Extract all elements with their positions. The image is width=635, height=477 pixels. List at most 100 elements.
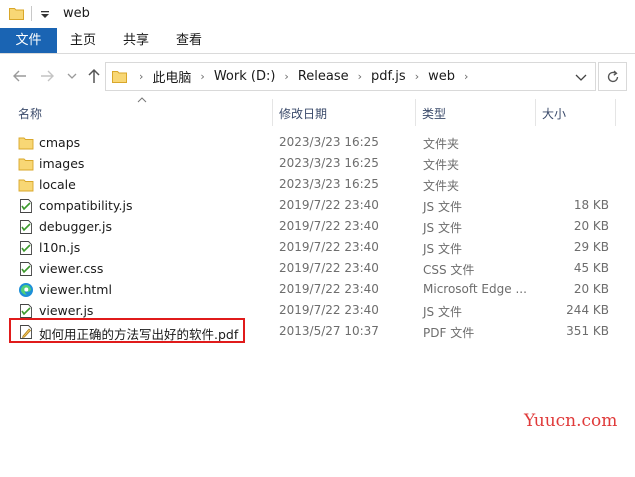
watermark: Yuucn.com [524, 411, 618, 431]
file-type: JS 文件 [423, 242, 462, 256]
file-date: 2023/3/23 16:25 [279, 156, 379, 170]
pdf-file-icon [20, 325, 32, 339]
file-date: 2019/7/22 23:40 [279, 219, 379, 233]
file-date: 2019/7/22 23:40 [279, 261, 379, 275]
breadcrumb-separator[interactable]: › [193, 70, 211, 83]
script-file-icon [20, 262, 32, 276]
sort-ascending-icon [137, 97, 147, 103]
breadcrumb-separator[interactable]: › [408, 70, 426, 83]
file-row-debugger-js[interactable]: debugger.js 2019/7/22 23:40 JS 文件 20 KB [0, 216, 635, 237]
file-row-l10n-js[interactable]: l10n.js 2019/7/22 23:40 JS 文件 29 KB [0, 237, 635, 258]
breadcrumb-this-pc[interactable]: 此电脑 [150, 67, 193, 86]
tab-home[interactable]: 主页 [60, 28, 106, 53]
quick-access-dropdown-icon[interactable] [40, 8, 50, 20]
file-date: 2019/7/22 23:40 [279, 240, 379, 254]
file-row-compatibility-js[interactable]: compatibility.js 2019/7/22 23:40 JS 文件 1… [0, 195, 635, 216]
column-header-name[interactable]: 名称 [18, 105, 42, 122]
file-type: 文件夹 [423, 158, 460, 172]
edge-icon [19, 283, 33, 297]
column-divider[interactable] [535, 99, 536, 126]
tab-file[interactable]: 文件 [0, 28, 57, 53]
file-row-viewer-html[interactable]: viewer.html 2019/7/22 23:40 Microsoft Ed… [0, 279, 635, 300]
breadcrumb-web[interactable]: web [426, 69, 457, 84]
script-file-icon [20, 241, 32, 255]
tab-share[interactable]: 共享 [113, 28, 159, 53]
file-row-images[interactable]: images 2023/3/23 16:25 文件夹 [0, 153, 635, 174]
script-file-icon [20, 199, 32, 213]
back-arrow-icon[interactable] [11, 67, 29, 85]
file-name: viewer.html [39, 282, 112, 297]
file-size: 20 KB [573, 219, 609, 233]
breadcrumb-release[interactable]: Release [296, 69, 351, 84]
breadcrumb-separator: › [139, 70, 144, 83]
folder-icon [112, 71, 127, 83]
address-history-chevron-icon[interactable] [575, 72, 587, 82]
file-size: 45 KB [573, 261, 609, 275]
file-type: JS 文件 [423, 200, 462, 214]
file-type: 文件夹 [423, 137, 460, 151]
column-header-type[interactable]: 类型 [422, 105, 446, 122]
column-divider[interactable] [415, 99, 416, 126]
breadcrumb-pdfjs[interactable]: pdf.js [369, 69, 408, 84]
file-type: JS 文件 [423, 221, 462, 235]
folder-icon [18, 179, 34, 192]
ribbon-tabs: 文件 主页 共享 查看 [0, 28, 635, 54]
file-row-viewer-css[interactable]: viewer.css 2019/7/22 23:40 CSS 文件 45 KB [0, 258, 635, 279]
file-name: cmaps [39, 135, 81, 150]
forward-arrow-icon[interactable] [38, 67, 56, 85]
folder-icon [18, 158, 34, 171]
file-row-locale[interactable]: locale 2023/3/23 16:25 文件夹 [0, 174, 635, 195]
breadcrumb-separator[interactable]: › [277, 70, 295, 83]
breadcrumb-work-drive[interactable]: Work (D:) [212, 69, 278, 84]
title-bar: web [0, 0, 635, 28]
file-row-viewer-js[interactable]: viewer.js 2019/7/22 23:40 JS 文件 244 KB [0, 300, 635, 321]
file-type: CSS 文件 [423, 263, 475, 277]
file-date: 2019/7/22 23:40 [279, 282, 379, 296]
file-name: debugger.js [39, 219, 112, 234]
file-date: 2013/5/27 10:37 [279, 324, 379, 338]
up-arrow-icon[interactable] [85, 67, 103, 85]
file-list: cmaps 2023/3/23 16:25 文件夹 images 2023/3/… [0, 132, 635, 342]
refresh-icon [607, 70, 619, 83]
file-type: 文件夹 [423, 179, 460, 193]
column-divider[interactable] [615, 99, 616, 126]
script-file-icon [20, 304, 32, 318]
file-name: locale [39, 177, 76, 192]
script-file-icon [20, 220, 32, 234]
file-name: images [39, 156, 85, 171]
file-name: viewer.js [39, 303, 94, 318]
folder-icon [9, 8, 24, 20]
file-size: 20 KB [573, 282, 609, 296]
file-size: 351 KB [566, 324, 609, 338]
refresh-button[interactable] [598, 62, 627, 91]
file-size: 18 KB [573, 198, 609, 212]
file-date: 2023/3/23 16:25 [279, 177, 379, 191]
breadcrumb: › 此电脑 › Work (D:) › Release › pdf.js › w… [132, 63, 475, 90]
file-type: JS 文件 [423, 305, 462, 319]
navigation-bar: › 此电脑 › Work (D:) › Release › pdf.js › w… [0, 55, 635, 97]
file-type: Microsoft Edge ... [423, 282, 527, 296]
tab-view[interactable]: 查看 [166, 28, 212, 53]
column-header-date[interactable]: 修改日期 [279, 105, 327, 122]
file-name: compatibility.js [39, 198, 133, 213]
file-date: 2019/7/22 23:40 [279, 198, 379, 212]
file-name: viewer.css [39, 261, 104, 276]
breadcrumb-separator[interactable]: › [351, 70, 369, 83]
column-divider[interactable] [272, 99, 273, 126]
file-name: l10n.js [39, 240, 81, 255]
title-separator [31, 6, 32, 21]
file-row-cmaps[interactable]: cmaps 2023/3/23 16:25 文件夹 [0, 132, 635, 153]
column-header-size[interactable]: 大小 [542, 105, 566, 122]
recent-locations-chevron-icon[interactable] [66, 69, 78, 83]
column-headers: 名称 修改日期 类型 大小 [0, 97, 635, 126]
folder-icon [18, 137, 34, 150]
file-date: 2023/3/23 16:25 [279, 135, 379, 149]
file-size: 29 KB [573, 240, 609, 254]
file-row-pdf[interactable]: 如何用正确的方法写出好的软件.pdf 2013/5/27 10:37 PDF 文… [0, 321, 635, 342]
file-type: PDF 文件 [423, 326, 475, 340]
file-size: 244 KB [566, 303, 609, 317]
file-date: 2019/7/22 23:40 [279, 303, 379, 317]
window-title: web [63, 6, 90, 21]
address-bar[interactable]: › 此电脑 › Work (D:) › Release › pdf.js › w… [105, 62, 596, 91]
breadcrumb-separator[interactable]: › [457, 70, 475, 83]
